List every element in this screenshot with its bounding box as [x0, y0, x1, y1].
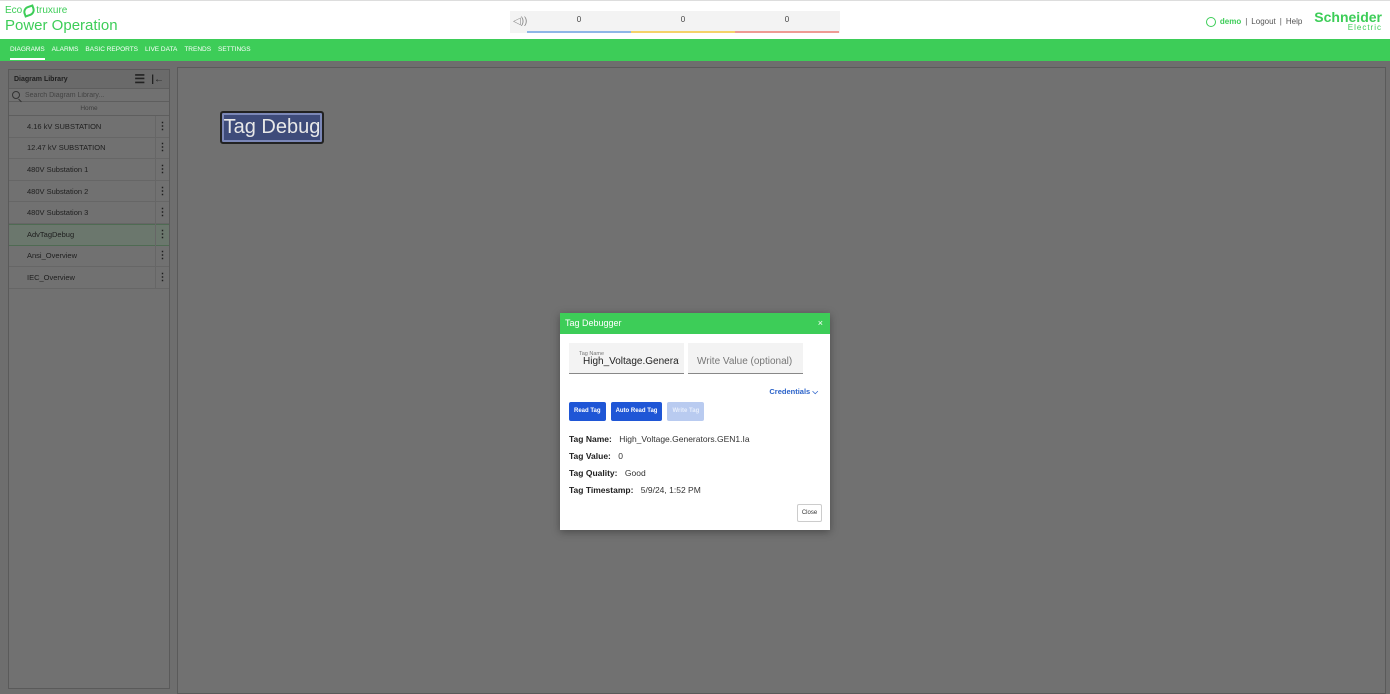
tag-name-input[interactable]: High_Voltage.Generators.GEN1.Ia — [583, 356, 679, 367]
brand-top-text-2: truxure — [36, 5, 68, 16]
tag-debugger-dialog: Tag Debugger × Tag Name High_Voltage.Gen… — [560, 313, 830, 530]
chevron-down-icon: ⌵ — [812, 387, 818, 396]
more-options-icon[interactable]: ⋮ — [155, 224, 169, 246]
brand-logo: Eco truxure Power Operation — [5, 4, 118, 35]
brand-top-text: Eco — [5, 5, 23, 16]
write-value-input[interactable]: Write Value (optional) — [697, 356, 792, 367]
search-input[interactable] — [25, 91, 155, 99]
alarm-count-medium[interactable]: 0 — [631, 11, 735, 33]
nav-trends[interactable]: TRENDS — [184, 39, 211, 61]
separator: | — [1245, 17, 1248, 26]
alarm-count-low[interactable]: 0 — [735, 11, 839, 33]
diagram-item-label: 480V Substation 3 — [27, 208, 89, 218]
alarm-banner[interactable]: ◁)) 0 0 0 — [510, 11, 840, 33]
write-value-field[interactable]: Write Value (optional) — [688, 343, 803, 374]
more-options-icon[interactable]: ⋮ — [155, 158, 169, 180]
diagram-library-header: Diagram Library ☰ |← — [9, 70, 169, 88]
nav-settings[interactable]: SETTINGS — [218, 39, 251, 61]
diagram-library-title: Diagram Library — [14, 75, 68, 83]
diagram-item[interactable]: IEC_Overview ⋮ — [9, 266, 169, 289]
main-nav: DIAGRAMS ALARMS BASIC REPORTS LIVE DATA … — [0, 39, 1390, 61]
alarm-count-low-value: 0 — [784, 15, 790, 24]
home-link[interactable]: Home — [9, 102, 169, 116]
diagram-library: Diagram Library ☰ |← Home 4.16 kV SUBSTA… — [8, 69, 170, 689]
dialog-title: Tag Debugger — [565, 318, 622, 328]
alarm-stripe-low — [735, 31, 839, 33]
user-area: demo | Logout | Help Schneider Electric — [1205, 9, 1382, 32]
diagram-item-label: Ansi_Overview — [27, 251, 78, 261]
diagram-item-label: 4.16 kV SUBSTATION — [27, 121, 102, 131]
close-button[interactable]: Close — [797, 504, 822, 522]
nav-diagrams[interactable]: DIAGRAMS — [10, 39, 45, 61]
tag-value-info-value: 0 — [618, 451, 623, 461]
credentials-label: Credentials — [769, 387, 811, 396]
alarm-count-medium-value: 0 — [680, 15, 686, 24]
close-icon[interactable]: × — [818, 313, 823, 334]
schneider-logo-text: Schneider — [1314, 9, 1382, 25]
tag-quality-info-label: Tag Quality: — [569, 468, 618, 478]
help-link[interactable]: Help — [1286, 17, 1302, 26]
diagram-item[interactable]: 4.16 kV SUBSTATION ⋮ — [9, 115, 169, 138]
search-icon — [12, 91, 20, 99]
tag-name-info-label: Tag Name: — [569, 434, 612, 444]
speaker-icon[interactable]: ◁)) — [513, 16, 527, 27]
diagram-item-selected[interactable]: AdvTagDebug ⋮ — [9, 223, 169, 246]
app-title: Power Operation — [5, 17, 118, 34]
tag-name-info-value: High_Voltage.Generators.GEN1.Ia — [619, 434, 750, 444]
diagram-item[interactable]: 480V Substation 1 ⋮ — [9, 158, 169, 181]
tag-timestamp-info-value: 5/9/24, 1:52 PM — [640, 485, 701, 495]
tag-timestamp-info: Tag Timestamp: 5/9/24, 1:52 PM — [569, 485, 701, 495]
diagram-item[interactable]: 12.47 kV SUBSTATION ⋮ — [9, 137, 169, 160]
menu-icon[interactable]: ☰ — [134, 73, 145, 85]
write-tag-button[interactable]: Write Tag — [667, 402, 705, 421]
tag-name-field[interactable]: Tag Name High_Voltage.Generators.GEN1.Ia — [569, 343, 684, 374]
more-options-icon[interactable]: ⋮ — [155, 245, 169, 267]
alarm-count-high-value: 0 — [576, 15, 582, 24]
read-tag-button[interactable]: Read Tag — [569, 402, 606, 421]
separator: | — [1279, 17, 1282, 26]
alarm-count-high[interactable]: 0 — [527, 11, 631, 33]
tag-quality-info: Tag Quality: Good — [569, 468, 646, 478]
ecostruxure-leaf-icon — [21, 4, 37, 18]
tag-debug-button[interactable]: Tag Debug — [220, 111, 324, 144]
tag-value-info: Tag Value: 0 — [569, 451, 623, 461]
diagram-item-label: 12.47 kV SUBSTATION — [27, 143, 106, 153]
nav-basic-reports[interactable]: BASIC REPORTS — [85, 39, 138, 61]
diagram-item[interactable]: 480V Substation 3 ⋮ — [9, 202, 169, 224]
diagram-search — [9, 88, 169, 102]
nav-alarms[interactable]: ALARMS — [52, 39, 79, 61]
schneider-logo: Schneider Electric — [1314, 9, 1382, 32]
more-options-icon[interactable]: ⋮ — [155, 180, 169, 202]
collapse-sidebar-icon[interactable]: |← — [151, 74, 164, 85]
diagram-item-label: AdvTagDebug — [27, 230, 75, 240]
credentials-toggle[interactable]: Credentials ⌵ — [769, 387, 818, 397]
diagram-item[interactable]: 480V Substation 2 ⋮ — [9, 180, 169, 203]
logout-link[interactable]: Logout — [1251, 17, 1275, 26]
diagram-item[interactable]: Ansi_Overview ⋮ — [9, 245, 169, 268]
tag-name-info: Tag Name: High_Voltage.Generators.GEN1.I… — [569, 434, 750, 444]
diagram-item-label: 480V Substation 1 — [27, 164, 89, 174]
more-options-icon[interactable]: ⋮ — [155, 137, 169, 159]
user-name[interactable]: demo — [1220, 17, 1241, 26]
more-options-icon[interactable]: ⋮ — [155, 266, 169, 288]
tag-value-info-label: Tag Value: — [569, 451, 611, 461]
app-header: Eco truxure Power Operation ◁)) 0 0 0 de… — [0, 0, 1390, 39]
dialog-header: Tag Debugger × — [560, 313, 830, 334]
more-options-icon[interactable]: ⋮ — [155, 115, 169, 137]
alarm-stripe-high — [527, 31, 631, 33]
alarm-stripe-medium — [631, 31, 735, 33]
auto-read-tag-button[interactable]: Auto Read Tag — [610, 402, 663, 421]
diagram-item-label: 480V Substation 2 — [27, 186, 89, 196]
user-icon — [1205, 16, 1216, 27]
tag-quality-info-value: Good — [624, 468, 646, 478]
tag-timestamp-info-label: Tag Timestamp: — [569, 485, 634, 495]
diagram-item-label: IEC_Overview — [27, 272, 75, 282]
more-options-icon[interactable]: ⋮ — [155, 202, 169, 224]
nav-live-data[interactable]: LIVE DATA — [145, 39, 177, 61]
